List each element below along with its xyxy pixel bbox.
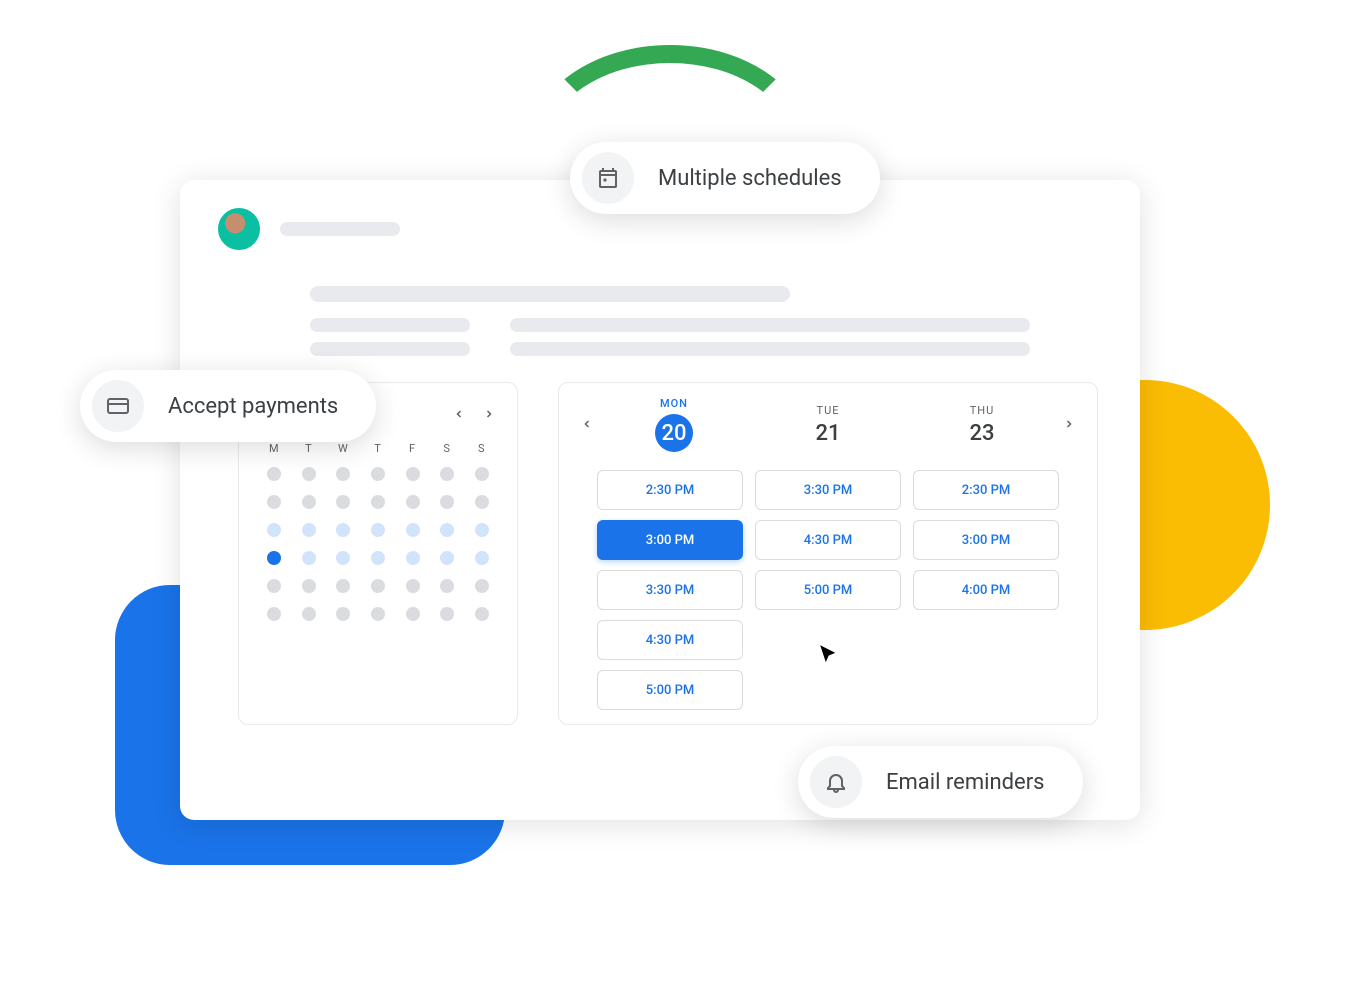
month-day-dot[interactable] <box>475 523 489 537</box>
month-day-dot[interactable] <box>267 607 281 621</box>
month-day-dot[interactable] <box>336 579 350 593</box>
month-day-dot[interactable] <box>336 523 350 537</box>
day-column-header[interactable]: MON 20 <box>597 397 751 452</box>
dow-label: W <box>326 442 361 455</box>
avatar <box>218 208 260 250</box>
prev-month-button[interactable] <box>449 401 469 428</box>
cursor-icon <box>816 642 842 668</box>
feature-pill-reminders: Email reminders <box>798 746 1083 818</box>
dow-label: S <box>430 442 465 455</box>
month-day-dot[interactable] <box>371 523 385 537</box>
month-day-dot[interactable] <box>302 607 316 621</box>
feature-pill-schedules: Multiple schedules <box>570 142 880 214</box>
month-day-dot[interactable] <box>302 467 316 481</box>
time-slot-button[interactable]: 3:30 PM <box>755 470 901 510</box>
day-of-week-label: MON <box>597 397 751 410</box>
placeholder-title <box>310 286 790 302</box>
month-day-dot[interactable] <box>475 607 489 621</box>
month-day-dot[interactable] <box>440 579 454 593</box>
month-day-dot[interactable] <box>267 523 281 537</box>
month-day-dot[interactable] <box>267 551 281 565</box>
month-day-dot[interactable] <box>302 579 316 593</box>
pill-label: Accept payments <box>168 394 338 419</box>
month-day-dot[interactable] <box>267 495 281 509</box>
day-number-label: 23 <box>969 421 994 446</box>
time-slot-button[interactable]: 4:30 PM <box>755 520 901 560</box>
time-slot-button[interactable]: 3:00 PM <box>913 520 1059 560</box>
placeholder-name <box>280 222 400 236</box>
time-slot-button[interactable]: 4:00 PM <box>913 570 1059 610</box>
dow-label: S <box>464 442 499 455</box>
time-slot-button[interactable]: 3:30 PM <box>597 570 743 610</box>
month-day-dot[interactable] <box>336 467 350 481</box>
month-day-dot[interactable] <box>440 551 454 565</box>
month-day-dot[interactable] <box>406 579 420 593</box>
month-day-dot[interactable] <box>406 551 420 565</box>
day-number-label: 21 <box>815 421 840 446</box>
dow-label: F <box>395 442 430 455</box>
prev-day-button[interactable] <box>577 415 597 434</box>
month-day-dot[interactable] <box>406 523 420 537</box>
calendar-icon <box>582 152 634 204</box>
day-number-label: 20 <box>655 414 693 452</box>
month-day-dot[interactable] <box>440 607 454 621</box>
month-day-dot[interactable] <box>302 495 316 509</box>
month-day-dot[interactable] <box>440 523 454 537</box>
next-day-button[interactable] <box>1059 415 1079 434</box>
placeholder-text <box>310 342 470 356</box>
month-day-dot[interactable] <box>336 495 350 509</box>
month-day-dot[interactable] <box>267 579 281 593</box>
slot-column: 3:30 PM 4:30 PM 5:00 PM <box>755 470 901 710</box>
slot-column: 2:30 PM 3:00 PM 3:30 PM 4:30 PM 5:00 PM <box>597 470 743 710</box>
month-day-dot[interactable] <box>371 579 385 593</box>
slot-column: 2:30 PM 3:00 PM 4:00 PM <box>913 470 1059 710</box>
time-slot-button[interactable]: 2:30 PM <box>913 470 1059 510</box>
pill-label: Multiple schedules <box>658 166 842 191</box>
day-column-header[interactable]: TUE 21 <box>751 404 905 446</box>
month-day-dot[interactable] <box>440 467 454 481</box>
dow-label: M <box>257 442 292 455</box>
day-of-week-label: THU <box>905 404 1059 417</box>
time-slot-button[interactable]: 2:30 PM <box>597 470 743 510</box>
day-column-header[interactable]: THU 23 <box>905 404 1059 446</box>
month-day-dot[interactable] <box>371 495 385 509</box>
month-day-dot[interactable] <box>371 607 385 621</box>
time-slot-button[interactable]: 5:00 PM <box>755 570 901 610</box>
booking-card: MTWTFSS MON20 TUE21 THU23 2:30 PM3:00 P <box>180 180 1140 820</box>
pill-label: Email reminders <box>886 770 1045 795</box>
placeholder-text <box>510 318 1030 332</box>
month-day-dot[interactable] <box>406 467 420 481</box>
month-day-dot[interactable] <box>475 579 489 593</box>
time-slot-button[interactable]: 5:00 PM <box>597 670 743 710</box>
feature-pill-payments: Accept payments <box>80 370 376 442</box>
month-day-dot[interactable] <box>336 607 350 621</box>
placeholder-text <box>510 342 1030 356</box>
month-day-dot[interactable] <box>475 551 489 565</box>
month-day-dot[interactable] <box>371 551 385 565</box>
day-of-week-label: TUE <box>751 404 905 417</box>
month-day-dot[interactable] <box>475 467 489 481</box>
month-day-dot[interactable] <box>302 551 316 565</box>
month-day-dot[interactable] <box>440 495 454 509</box>
month-day-dot[interactable] <box>406 607 420 621</box>
placeholder-text <box>310 318 470 332</box>
month-day-dot[interactable] <box>267 467 281 481</box>
day-slot-panel: MON 20 TUE 21 THU 23 2:30 PM 3:00 PM 3:30 PM 4… <box>558 382 1098 725</box>
dow-label: T <box>292 442 327 455</box>
bell-icon <box>810 756 862 808</box>
dow-label: T <box>361 442 396 455</box>
month-day-dot[interactable] <box>406 495 420 509</box>
month-day-dot[interactable] <box>371 467 385 481</box>
month-day-dot[interactable] <box>336 551 350 565</box>
month-day-dot[interactable] <box>302 523 316 537</box>
time-slot-button[interactable]: 3:00 PM <box>597 520 743 560</box>
next-month-button[interactable] <box>479 401 499 428</box>
month-day-dot[interactable] <box>475 495 489 509</box>
credit-card-icon <box>92 380 144 432</box>
time-slot-button[interactable]: 4:30 PM <box>597 620 743 660</box>
